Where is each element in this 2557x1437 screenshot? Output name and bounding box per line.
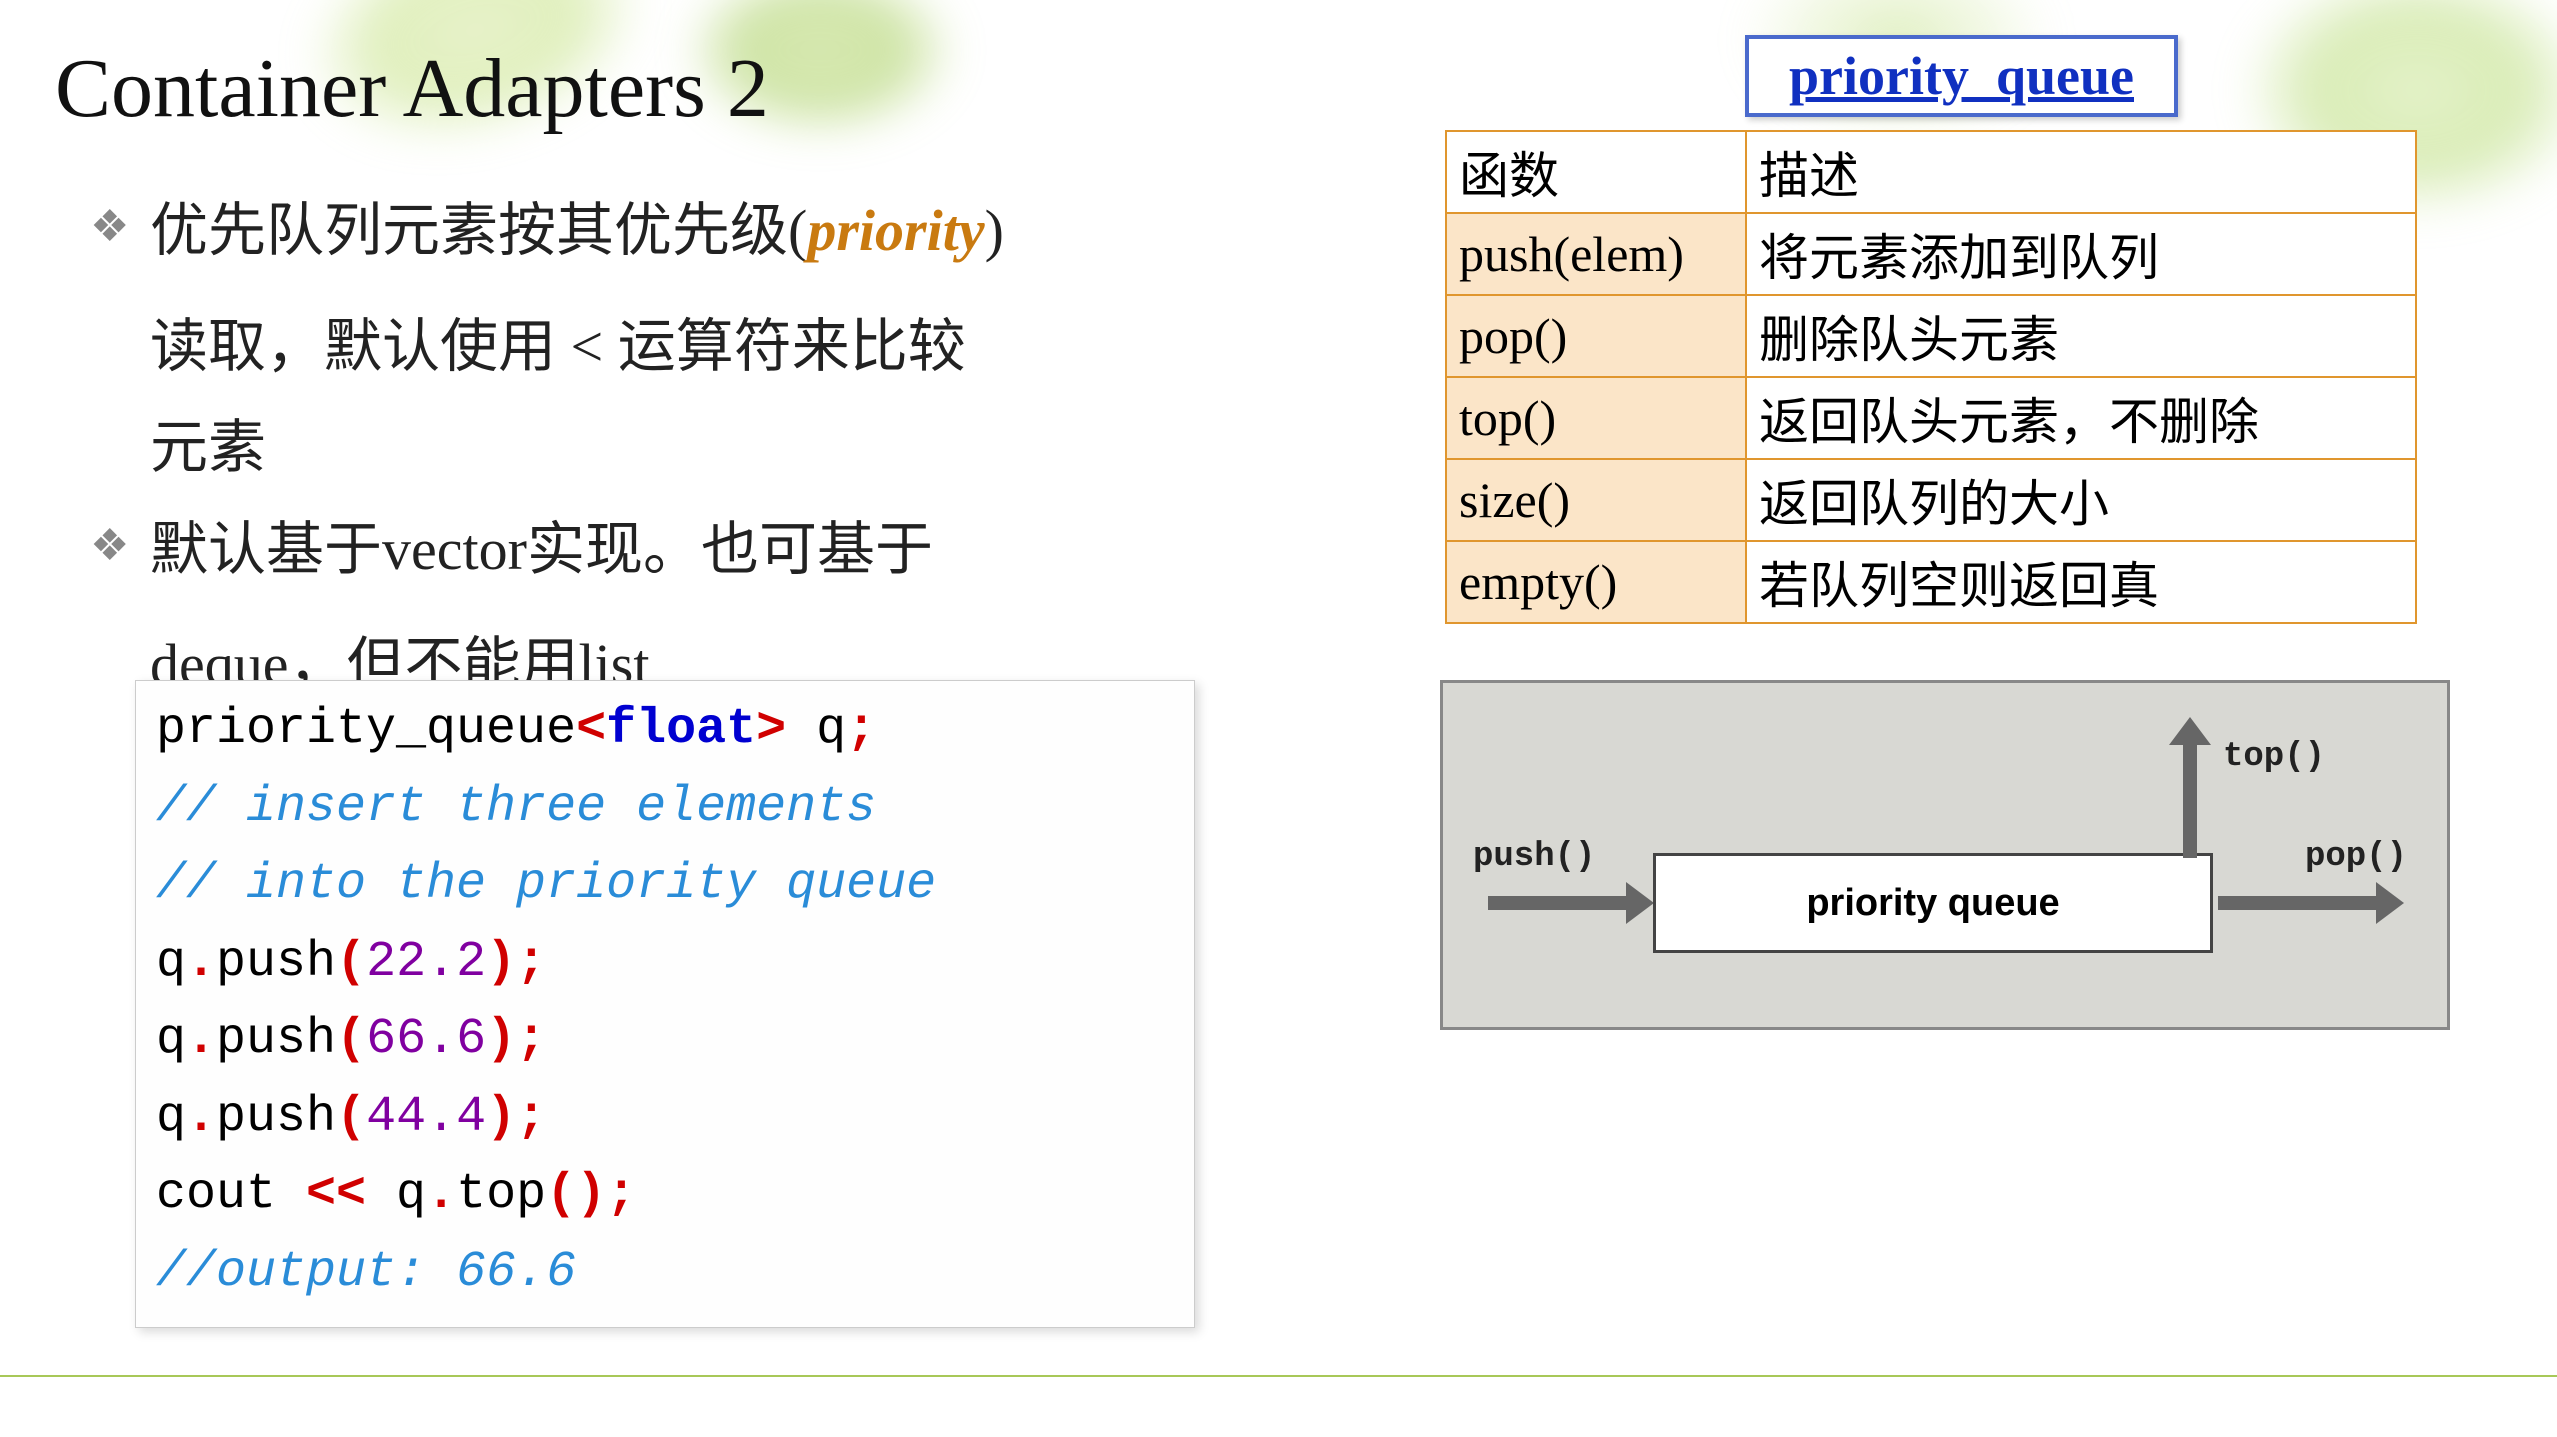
bullet-item: ❖ 优先队列元素按其优先级(priority) [90,180,1270,282]
code-line: cout << q.top(); [156,1156,1174,1234]
code-line: priority_queue<float> q; [156,691,1174,769]
bullet-text: 优先队列元素按其优先级( [150,198,807,263]
table-cell-desc: 返回队头元素，不删除 [1746,377,2416,459]
table-row: size()返回队列的大小 [1446,459,2416,541]
bullet-marker-icon: ❖ [90,507,129,584]
bullet-text: 默认基于 [150,517,382,582]
bullet-text: ) [985,198,1004,263]
arrow-up-icon [2183,743,2197,858]
diagram-label-pop: pop() [2305,838,2407,876]
bullet-marker-icon: ❖ [90,188,129,265]
table-cell-fn: top() [1446,377,1746,459]
bullet-text: vector [382,517,527,582]
code-line: q.push(22.2); [156,924,1174,1002]
code-line: q.push(66.6); [156,1001,1174,1079]
diagram-label-push: push() [1473,838,1595,876]
bullet-cont: 元素 [90,397,1270,499]
table-row: empty()若队列空则返回真 [1446,541,2416,623]
table-cell-fn: size() [1446,459,1746,541]
api-table: 函数 描述 push(elem)将元素添加到队列 pop()删除队头元素 top… [1445,130,2417,624]
code-line: q.push(44.4); [156,1079,1174,1157]
code-block: priority_queue<float> q; // insert three… [135,680,1195,1328]
diagram-box: priority queue [1653,853,2213,953]
table-cell-desc: 将元素添加到队列 [1746,213,2416,295]
diagram-label-top: top() [2223,738,2325,776]
bullet-text: 实现。也可基于 [527,517,933,582]
priority-queue-diagram: push() priority queue top() pop() [1440,680,2450,1030]
divider [0,1375,2557,1377]
table-header: 函数 [1446,131,1746,213]
bullet-list: ❖ 优先队列元素按其优先级(priority) 读取，默认使用 < 运算符来比较… [90,180,1270,716]
table-cell-desc: 返回队列的大小 [1746,459,2416,541]
bullet-item: ❖ 默认基于vector实现。也可基于 [90,499,1270,601]
arrow-right-icon [2218,896,2378,910]
table-cell-fn: push(elem) [1446,213,1746,295]
priority-word: priority [807,198,984,263]
code-line: // insert three elements [156,769,1174,847]
table-cell-fn: empty() [1446,541,1746,623]
arrow-right-icon [1488,896,1628,910]
slide-title: Container Adapters 2 [55,40,769,137]
table-cell-desc: 删除队头元素 [1746,295,2416,377]
table-row: pop()删除队头元素 [1446,295,2416,377]
table-row: top()返回队头元素，不删除 [1446,377,2416,459]
bullet-cont: 读取，默认使用 < 运算符来比较 [90,296,1270,398]
code-line: //output: 66.6 [156,1234,1174,1312]
table-header: 描述 [1746,131,2416,213]
code-line: // into the priority queue [156,846,1174,924]
table-cell-fn: pop() [1446,295,1746,377]
table-cell-desc: 若队列空则返回真 [1746,541,2416,623]
table-header-row: 函数 描述 [1446,131,2416,213]
table-row: push(elem)将元素添加到队列 [1446,213,2416,295]
table-title: priority_queue [1745,35,2178,117]
